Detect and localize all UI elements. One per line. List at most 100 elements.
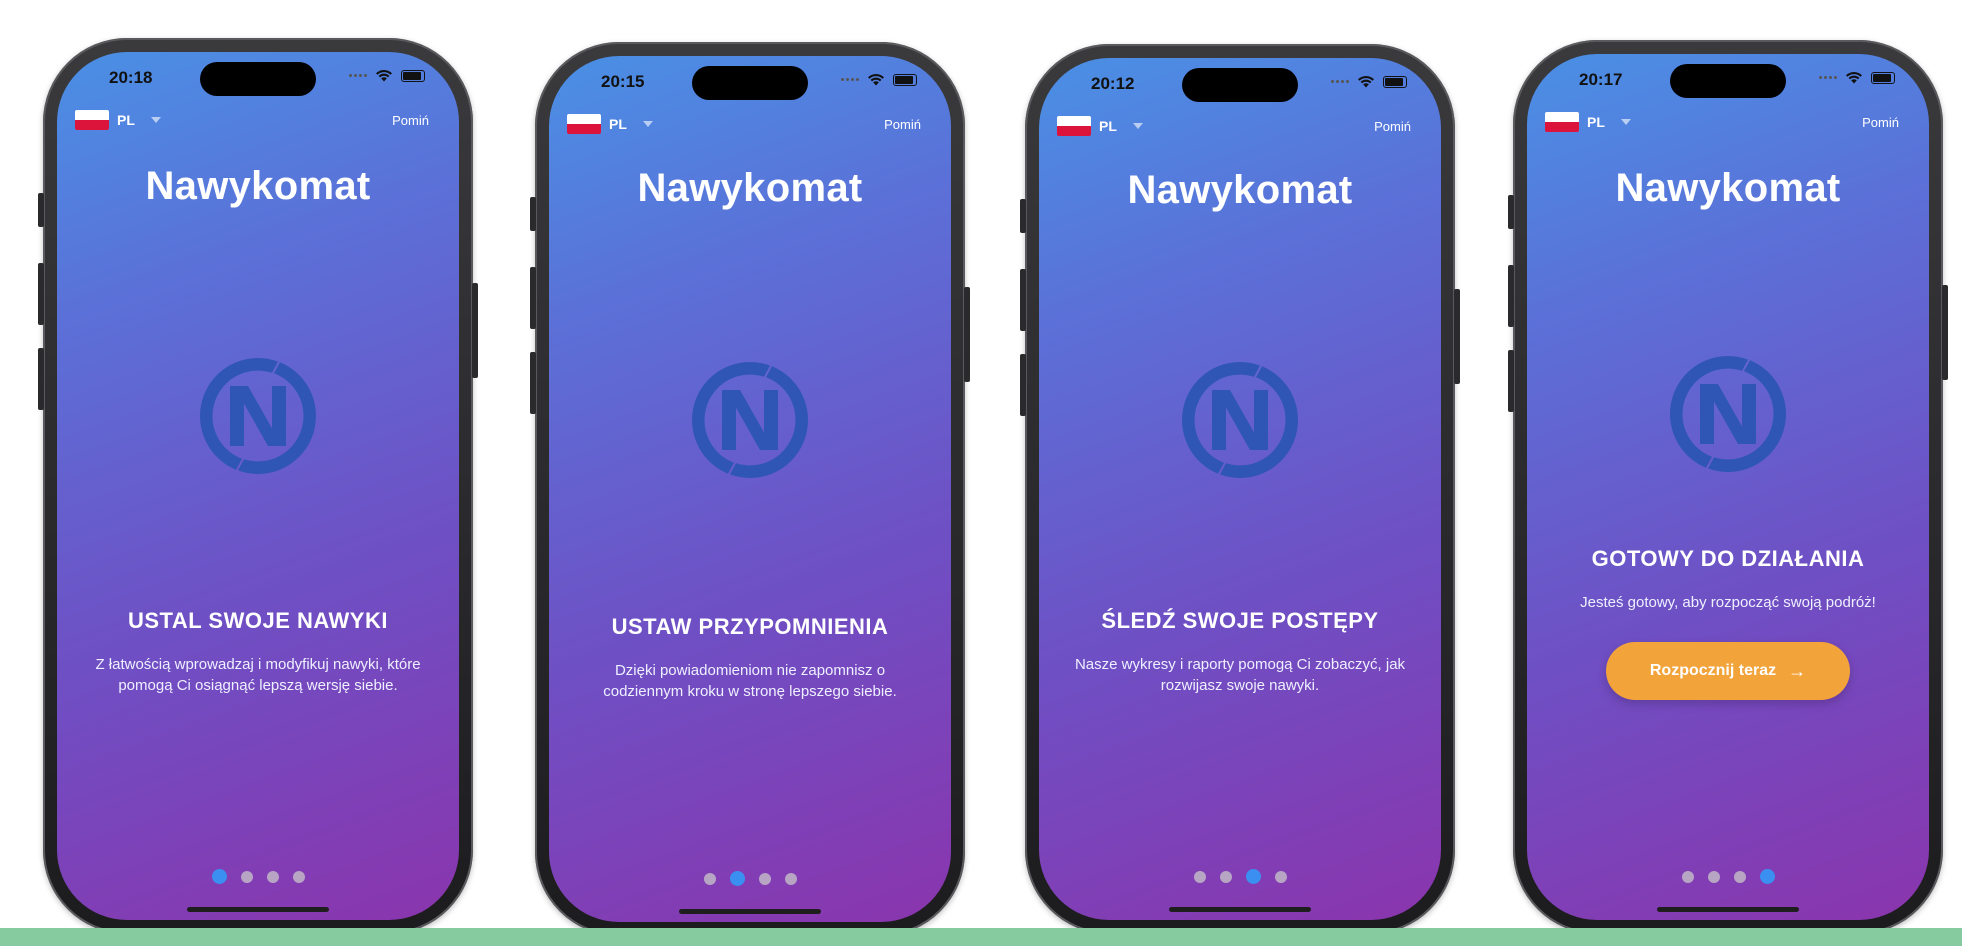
onboarding-screen-3: 20:12 PL Pomiń Nawykomat ŚLEDŹ SWOJE POS… [1039,58,1441,920]
status-time: 20:17 [1579,70,1623,89]
home-indicator[interactable] [1169,907,1311,912]
poland-flag-icon [75,110,109,130]
battery-icon [1871,71,1895,84]
wifi-icon [376,69,392,82]
page-dot[interactable] [240,870,253,883]
skip-button[interactable]: Pomiń [1862,115,1899,130]
status-icons [841,73,917,86]
page-dot[interactable] [292,870,305,883]
chevron-down-icon [1132,123,1143,129]
page-dot[interactable] [703,872,716,885]
slide-title: USTAL SWOJE NAWYKI [128,608,388,633]
volume-up-button [38,263,44,325]
phone-frame-2: 20:15 PL Pomiń Nawykomat USTAW PRZYPOMNI… [530,42,970,936]
phone-frame-1: 20:18 PL Pomiń Nawykomat USTAL SWOJE NAW… [38,38,478,934]
power-button [1454,289,1460,384]
wifi-icon [1358,75,1374,88]
dynamic-island [1670,64,1786,98]
slide-description: Z łatwością wprowadzaj i modyfikuj nawyk… [95,656,421,694]
app-title: Nawykomat [1127,168,1353,212]
language-code: PL [609,116,627,132]
poland-flag-icon [1545,112,1579,132]
page-dot[interactable] [266,870,279,883]
slide-title: ŚLEDŹ SWOJE POSTĘPY [1101,608,1379,633]
volume-up-button [1508,265,1514,327]
signal-icon [841,78,859,81]
home-indicator[interactable] [679,909,821,914]
signal-icon [1819,76,1837,79]
language-code: PL [1587,114,1605,130]
onboarding-screen-2: 20:15 PL Pomiń Nawykomat USTAW PRZYPOMNI… [549,56,951,922]
chevron-down-icon [1620,119,1631,125]
app-title: Nawykomat [1615,166,1841,210]
page-dot-active[interactable] [1245,869,1261,884]
page-dot-active[interactable] [729,871,745,886]
onboarding-screen-4: 20:17 PL Pomiń Nawykomat GOTOWY DO DZIAŁ… [1527,54,1929,920]
slide-title: USTAW PRZYPOMNIENIA [611,614,889,639]
power-button [472,283,478,378]
wifi-icon [1846,71,1862,84]
language-selector[interactable]: PL [75,110,161,130]
app-title: Nawykomat [145,164,371,208]
start-now-button[interactable]: Rozpocznij teraz → [1606,642,1850,700]
wifi-icon [868,73,884,86]
skip-button[interactable]: Pomiń [392,113,429,128]
page-dot-active[interactable] [1759,869,1775,884]
slide-description: Jesteś gotowy, aby rozpocząć swoją podró… [1580,594,1876,611]
language-code: PL [117,112,135,128]
page-dot[interactable] [1681,870,1694,883]
action-button [1020,199,1026,233]
chevron-down-icon [642,121,653,127]
slide-description: Nasze wykresy i raporty pomogą Ci zobacz… [1074,656,1406,694]
phone-frame-4: 20:17 PL Pomiń Nawykomat GOTOWY DO DZIAŁ… [1508,40,1948,934]
page-dot[interactable] [1733,870,1746,883]
page-dot[interactable] [758,872,771,885]
dynamic-island [1182,68,1298,102]
page-indicator [1527,869,1929,884]
volume-up-button [530,267,536,329]
language-selector[interactable]: PL [1057,116,1143,136]
status-time: 20:15 [601,72,645,91]
power-button [1942,285,1948,380]
page-indicator [57,869,459,884]
page-indicator [549,871,951,886]
status-time: 20:18 [109,68,153,87]
status-icons [1331,75,1407,88]
status-icons [349,69,425,82]
page-dot[interactable] [1219,870,1232,883]
skip-button[interactable]: Pomiń [1374,119,1411,134]
page-dot[interactable] [1274,870,1287,883]
language-selector[interactable]: PL [567,114,653,134]
action-button [1508,195,1514,229]
slide-title: GOTOWY DO DZIAŁANIA [1591,546,1865,571]
signal-icon [349,74,367,77]
app-logo-icon [1182,362,1298,478]
battery-icon [893,73,917,86]
status-icons [1819,71,1895,84]
app-logo-icon [1670,356,1786,472]
app-logo-icon [199,358,316,474]
dynamic-island [200,62,316,96]
app-logo-icon [692,362,808,478]
page-dot[interactable] [1193,870,1206,883]
page-dot[interactable] [784,872,797,885]
home-indicator[interactable] [1657,907,1799,912]
language-selector[interactable]: PL [1545,112,1631,132]
slide-description: Dzięki powiadomieniom nie zapomnisz o co… [603,662,897,700]
home-indicator[interactable] [187,907,329,912]
volume-down-button [38,348,44,410]
battery-icon [1383,75,1407,88]
poland-flag-icon [567,114,601,134]
skip-button[interactable]: Pomiń [884,117,921,132]
action-button [530,197,536,231]
page-dot[interactable] [1707,870,1720,883]
poland-flag-icon [1057,116,1091,136]
status-time: 20:12 [1091,74,1135,93]
bottom-band [0,928,1962,946]
battery-icon [401,69,425,82]
volume-down-button [1020,354,1026,416]
page-dot-active[interactable] [211,869,227,884]
phone-frame-3: 20:12 PL Pomiń Nawykomat ŚLEDŹ SWOJE POS… [1020,44,1460,934]
dynamic-island [692,66,808,100]
action-button [38,193,44,227]
